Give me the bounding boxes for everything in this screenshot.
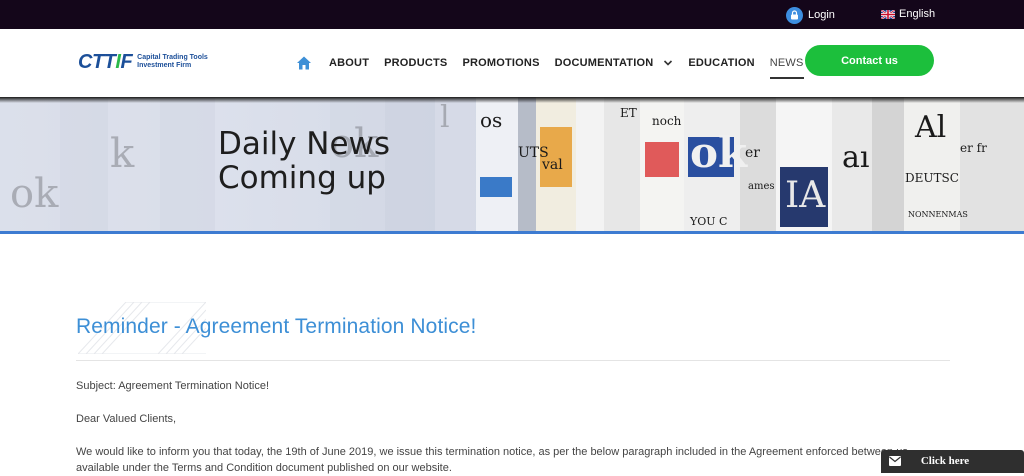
svg-text:NONNENMAS: NONNENMAS: [908, 210, 968, 219]
language-selector[interactable]: English: [881, 6, 935, 22]
nav-item-news[interactable]: NEWS: [769, 29, 804, 97]
lock-icon: [786, 6, 803, 24]
company-logo[interactable]: CTTIF Capital Trading Tools Investment F…: [78, 52, 208, 72]
article-title: Reminder - Agreement Termination Notice!: [76, 315, 477, 338]
svg-text:er: er: [745, 145, 760, 161]
svg-text:DEUTSC: DEUTSC: [905, 171, 959, 185]
svg-text:Al: Al: [914, 110, 946, 145]
logo-line-1: Capital Trading Tools: [137, 54, 208, 61]
svg-text:val: val: [541, 157, 563, 173]
banner-title-line-2: Coming up: [218, 160, 386, 196]
news-banner: os UTS val ET noch ok er IA aı DEUTSC Al…: [0, 97, 1024, 234]
svg-text:ok: ok: [10, 171, 59, 217]
chevron-down-icon[interactable]: [663, 58, 673, 68]
svg-text:IA: IA: [785, 175, 826, 216]
svg-text:k: k: [110, 131, 135, 177]
chat-label: Click here: [920, 455, 970, 467]
nav-item-documentation-label: DOCUMENTATION: [554, 57, 654, 69]
banner-title: Daily News Coming up: [218, 127, 390, 195]
svg-text:ok: ok: [690, 128, 748, 177]
article-body-line-2: available under the Terms and Condition …: [76, 462, 452, 474]
logo-line-2: Investment Firm: [137, 62, 192, 69]
article-body-line-1: We would like to inform you that today, …: [76, 446, 908, 458]
top-bar: Login English: [0, 0, 1024, 29]
main-nav: ABOUT PRODUCTS PROMOTIONS DOCUMENTATION …: [296, 29, 819, 97]
article-subject: Subject: Agreement Termination Notice!: [76, 380, 270, 392]
language-label: English: [899, 8, 936, 20]
svg-text:YOU C: YOU C: [689, 215, 727, 228]
logo-tagline: Capital Trading Tools Investment Firm: [137, 54, 208, 70]
nav-item-about[interactable]: ABOUT: [329, 29, 369, 97]
chat-widget-button[interactable]: Click here: [881, 450, 1024, 473]
svg-text:aı: aı: [842, 140, 869, 175]
logo-mark: CTTIF: [78, 51, 133, 73]
nav-item-products[interactable]: PRODUCTS: [384, 29, 447, 97]
nav-item-education[interactable]: EDUCATION: [688, 29, 754, 97]
banner-bottom-border: [0, 231, 1024, 234]
svg-text:er fr: er fr: [960, 141, 987, 155]
banner-top-shadow: [0, 97, 1024, 103]
banner-newspaper-image: os UTS val ET noch ok er IA aı DEUTSC Al…: [0, 97, 1024, 234]
nav-item-promotions[interactable]: PROMOTIONS: [462, 29, 539, 97]
article-greeting: Dear Valued Clients,: [76, 413, 177, 425]
contact-us-button[interactable]: Contact us: [805, 45, 934, 76]
svg-text:ET: ET: [620, 106, 637, 120]
main-header: CTTIF Capital Trading Tools Investment F…: [0, 29, 1024, 97]
title-divider: [76, 360, 950, 361]
svg-text:os: os: [480, 108, 502, 132]
svg-text:l: l: [440, 100, 450, 135]
uk-flag-icon: [881, 9, 895, 19]
nav-item-documentation[interactable]: DOCUMENTATION: [555, 29, 674, 97]
envelope-icon: [889, 456, 901, 466]
home-icon[interactable]: [296, 55, 312, 71]
svg-text:ames: ames: [748, 181, 775, 192]
svg-text:noch: noch: [652, 114, 682, 128]
banner-title-line-1: Daily News: [218, 126, 391, 162]
login-link[interactable]: Login: [786, 6, 835, 24]
login-label: Login: [808, 9, 835, 21]
